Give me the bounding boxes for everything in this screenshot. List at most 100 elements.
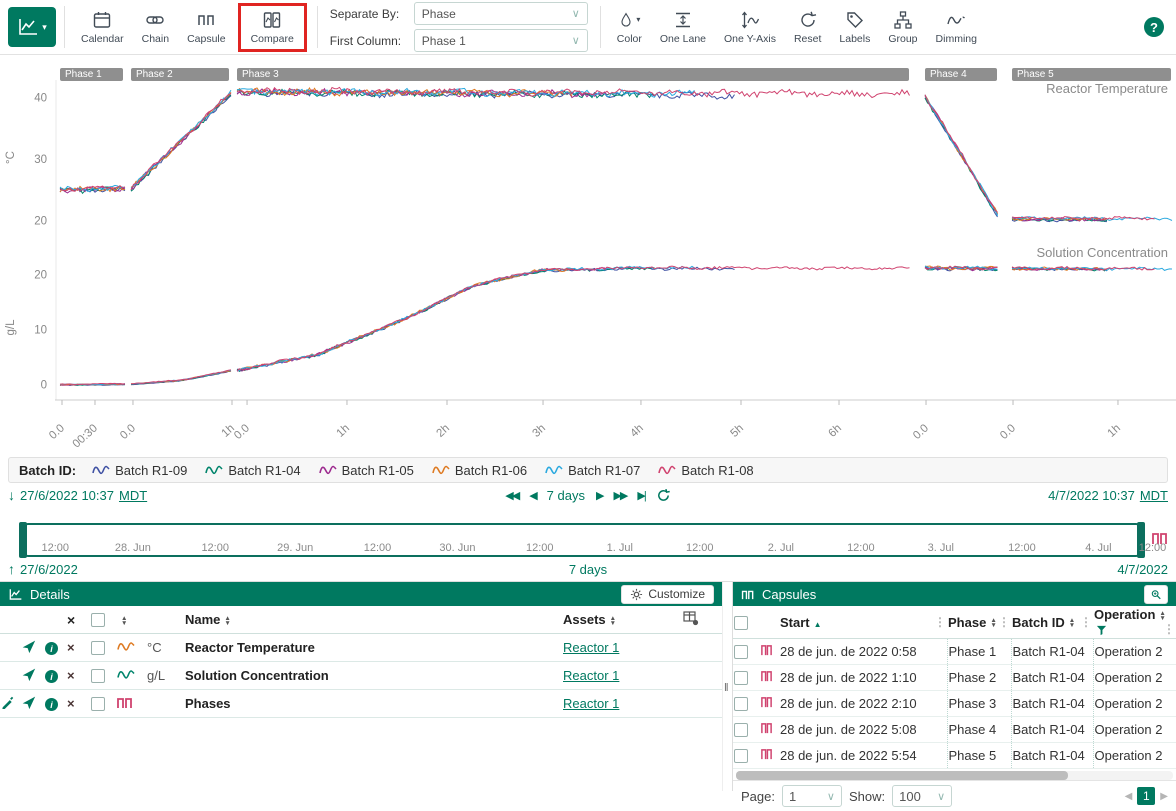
item-name[interactable]: Reactor Temperature	[185, 640, 315, 655]
scrollbar-thumb[interactable]	[736, 771, 1068, 780]
info-icon[interactable]: i	[45, 698, 58, 711]
row-checkbox[interactable]	[734, 671, 748, 685]
splitter-grip-icon[interactable]: ‖	[724, 682, 729, 694]
help-button[interactable]: ?	[1144, 17, 1164, 37]
trend-chart[interactable]: Reactor Temperature403020°CSolution Conc…	[0, 55, 1176, 455]
batch-legend-item[interactable]: Batch R1-05	[319, 463, 414, 478]
asset-link[interactable]: Reactor 1	[563, 640, 619, 655]
dimming-button[interactable]: Dimming	[928, 7, 985, 48]
horizontal-scrollbar[interactable]	[736, 771, 1173, 780]
timeline-scrubber[interactable]: 12:0028. Jun12:0029. Jun12:0030. Jun12:0…	[0, 523, 1176, 557]
row-checkbox[interactable]	[91, 669, 105, 683]
row-checkbox[interactable]	[734, 697, 748, 711]
jump-up-icon[interactable]: ↑	[8, 561, 15, 577]
step-back-full-icon[interactable]: ◀◀	[505, 489, 518, 502]
investigate-end[interactable]: 4/7/2022	[1117, 562, 1168, 577]
capsule-row[interactable]: 28 de jun. de 2022 1:10Phase 2Batch R1-0…	[733, 665, 1176, 691]
sort-asc-icon[interactable]: ▲	[814, 620, 822, 629]
calendar-button[interactable]: Calendar	[73, 7, 132, 48]
panel-splitter[interactable]: ‖	[722, 582, 732, 791]
derive-icon[interactable]	[21, 695, 36, 710]
step-back-half-icon[interactable]: ◀	[529, 489, 535, 502]
capsule-row[interactable]: 28 de jun. de 2022 2:10Phase 3Batch R1-0…	[733, 691, 1176, 717]
sort-icon[interactable]	[990, 618, 996, 628]
column-header-assets[interactable]: Assets	[563, 612, 606, 627]
info-icon[interactable]: i	[45, 670, 58, 683]
prev-page-icon[interactable]: ◀	[1125, 791, 1133, 802]
column-menu-icon[interactable]: ⋮	[934, 615, 946, 629]
range-duration[interactable]: 7 days	[547, 488, 585, 503]
item-name[interactable]: Phases	[185, 696, 231, 711]
worksheet-view-button[interactable]: ▾	[8, 7, 56, 47]
range-start-timezone[interactable]: MDT	[119, 488, 147, 503]
range-end[interactable]: 4/7/2022 10:37	[1048, 488, 1135, 503]
capsule-row[interactable]: 28 de jun. de 2022 0:58Phase 1Batch R1-0…	[733, 639, 1176, 665]
filter-icon[interactable]	[1096, 625, 1107, 636]
one-y-axis-button[interactable]: One Y-Axis	[716, 7, 784, 48]
step-to-now-icon[interactable]: ▶|	[637, 489, 644, 502]
phase-header-chip[interactable]: Phase 3	[237, 68, 909, 81]
color-button[interactable]: ▾ Color	[609, 7, 650, 48]
page-select[interactable]: 1 ∨	[782, 785, 842, 807]
auto-update-icon[interactable]	[656, 488, 671, 503]
scrubber-left-handle[interactable]	[19, 522, 27, 558]
one-lane-button[interactable]: One Lane	[652, 7, 714, 48]
show-select[interactable]: 100 ∨	[892, 785, 952, 807]
asset-link[interactable]: Reactor 1	[563, 696, 619, 711]
zoom-to-capsule-button[interactable]	[1144, 585, 1168, 604]
item-name[interactable]: Solution Concentration	[185, 668, 329, 683]
details-row[interactable]: i×g/LSolution ConcentrationReactor 1	[0, 662, 722, 690]
phase-header-chip[interactable]: Phase 1	[60, 68, 123, 81]
range-end-timezone[interactable]: MDT	[1140, 488, 1168, 503]
column-header-phase[interactable]: Phase	[948, 615, 986, 630]
phase-header-chip[interactable]: Phase 2	[131, 68, 229, 81]
derive-icon[interactable]	[21, 667, 36, 682]
select-all-checkbox[interactable]	[91, 613, 105, 627]
reset-button[interactable]: Reset	[786, 7, 829, 48]
sort-icon[interactable]	[121, 616, 127, 626]
row-checkbox[interactable]	[734, 645, 748, 659]
phase-header-chip[interactable]: Phase 5	[1012, 68, 1171, 81]
row-checkbox[interactable]	[91, 641, 105, 655]
info-icon[interactable]: i	[45, 642, 58, 655]
next-page-icon[interactable]: ▶	[1160, 791, 1168, 802]
derive-icon[interactable]	[21, 639, 36, 654]
batch-legend-item[interactable]: Batch R1-08	[658, 463, 753, 478]
column-header-name[interactable]: Name	[185, 612, 220, 627]
row-checkbox[interactable]	[91, 697, 105, 711]
step-forward-half-icon[interactable]: ▶	[596, 489, 602, 502]
column-header-start[interactable]: Start	[780, 615, 810, 630]
column-settings-icon[interactable]	[683, 611, 699, 626]
trend-plot[interactable]: Reactor Temperature403020°CSolution Conc…	[0, 55, 1176, 455]
compare-button[interactable]: Compare	[243, 7, 302, 48]
first-column-select[interactable]: Phase 1 ∨	[414, 29, 588, 52]
chain-button[interactable]: Chain	[134, 7, 177, 48]
jump-to-start-icon[interactable]: ↓	[8, 487, 15, 503]
separate-by-select[interactable]: Phase ∨	[414, 2, 588, 25]
remove-icon[interactable]: ×	[67, 668, 75, 683]
step-forward-full-icon[interactable]: ▶▶	[613, 489, 626, 502]
select-all-checkbox[interactable]	[734, 616, 748, 630]
batch-legend-item[interactable]: Batch R1-04	[205, 463, 300, 478]
column-menu-icon[interactable]: ⋮	[1163, 622, 1175, 636]
batch-legend-item[interactable]: Batch R1-06	[432, 463, 527, 478]
sort-icon[interactable]	[610, 616, 616, 626]
investigate-start[interactable]: 27/6/2022	[20, 562, 78, 577]
sort-icon[interactable]	[1159, 611, 1165, 621]
column-header-batch[interactable]: Batch ID	[1012, 615, 1065, 630]
scrubber-selected-range[interactable]	[24, 523, 1140, 557]
remove-icon[interactable]: ×	[67, 696, 75, 711]
batch-legend-item[interactable]: Batch R1-09	[92, 463, 187, 478]
capsule-button[interactable]: Capsule	[179, 7, 234, 48]
remove-icon[interactable]: ×	[67, 640, 75, 655]
row-checkbox[interactable]	[734, 749, 748, 763]
current-page[interactable]: 1	[1137, 787, 1155, 805]
capsule-row[interactable]: 28 de jun. de 2022 5:08Phase 4Batch R1-0…	[733, 717, 1176, 743]
range-start[interactable]: 27/6/2022 10:37	[20, 488, 114, 503]
batch-legend-item[interactable]: Batch R1-07	[545, 463, 640, 478]
remove-all-icon[interactable]: ×	[67, 612, 75, 628]
investigate-duration[interactable]: 7 days	[569, 562, 607, 577]
sort-icon[interactable]	[224, 616, 230, 626]
column-menu-icon[interactable]: ⋮	[998, 615, 1010, 629]
labels-button[interactable]: Labels	[831, 7, 878, 48]
